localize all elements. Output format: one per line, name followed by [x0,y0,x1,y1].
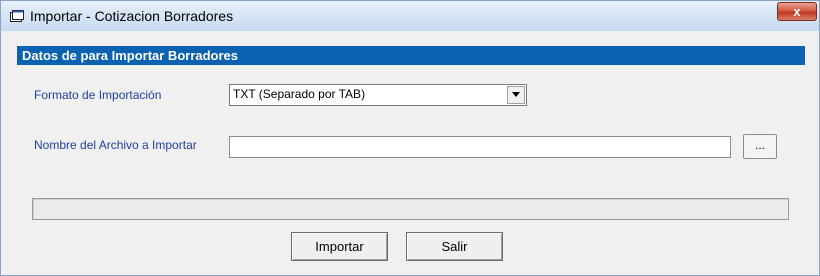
format-select[interactable]: TXT (Separado por TAB) [229,84,527,106]
file-name-label: Nombre del Archivo a Importar [34,138,197,152]
title-bar[interactable]: Importar - Cotizacion Borradores x [1,1,819,31]
dialog-content: Datos de para Importar Borradores Format… [17,46,805,272]
format-select-value: TXT (Separado por TAB) [233,87,366,101]
chevron-down-icon [512,92,520,97]
section-header: Datos de para Importar Borradores [17,46,805,65]
progress-bar [32,198,789,220]
dropdown-button[interactable] [507,86,525,104]
exit-button[interactable]: Salir [406,232,503,261]
window-app-icon[interactable] [10,9,24,22]
close-button[interactable]: x [777,2,817,21]
window-title: Importar - Cotizacion Borradores [30,8,234,24]
close-icon: x [793,4,801,19]
import-button[interactable]: Importar [291,232,388,261]
browse-button[interactable]: ... [743,134,777,159]
format-label: Formato de Importación [34,88,162,102]
import-dialog-window: Importar - Cotizacion Borradores x Datos… [0,0,820,276]
file-name-input[interactable] [229,136,731,158]
